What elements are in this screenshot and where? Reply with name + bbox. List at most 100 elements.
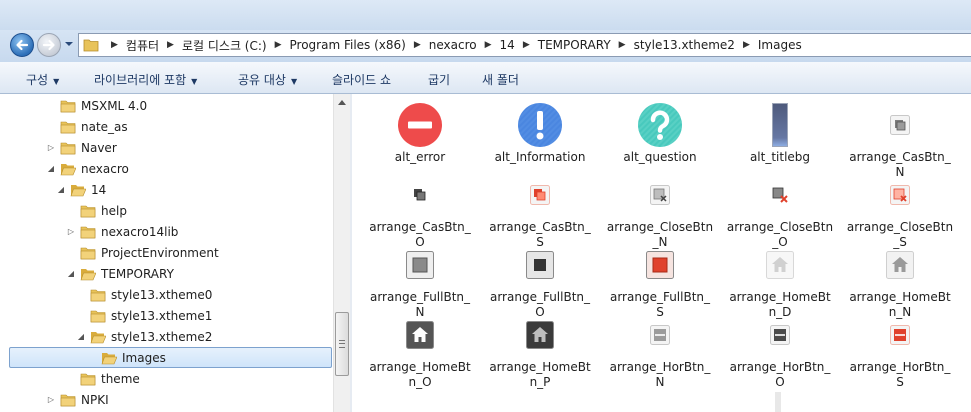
breadcrumb-separator-icon[interactable]: ▶ <box>414 40 421 50</box>
expanded-arrow-icon[interactable]: ◢ <box>56 185 66 194</box>
folder-icon <box>60 141 76 155</box>
file-name-line: arrange_HomeBt <box>369 360 471 374</box>
breadcrumb-item[interactable]: style13.xtheme2 <box>634 38 735 52</box>
file-name-line: arrange_FullBtn_ <box>489 290 591 304</box>
toolbar-button-label: 구성 <box>26 73 49 87</box>
tree-item-nexacro[interactable]: ◢ nexacro <box>46 158 129 179</box>
breadcrumb-separator-icon[interactable]: ▶ <box>619 40 626 50</box>
file-item[interactable]: arrange_CasBtn_ O <box>360 170 480 250</box>
file-item[interactable]: arrange_FullBtn_ N <box>360 240 480 320</box>
cascade-o-icon <box>360 170 480 220</box>
horizontal-s-icon <box>840 310 960 360</box>
tree-item-nate-as[interactable]: nate_as <box>46 116 128 137</box>
scrollbar-thumb[interactable] <box>335 312 349 376</box>
file-item[interactable]: alt_Information <box>480 100 600 165</box>
file-name-line: alt_Information <box>494 150 586 164</box>
back-button[interactable] <box>10 33 34 57</box>
file-name-label: alt_question <box>600 150 720 165</box>
folder-icon <box>80 204 96 218</box>
file-item[interactable]: arrange_HorBtn_ N <box>600 310 720 390</box>
toolbar-slide-show-button[interactable]: 슬라이드 쇼 <box>332 71 391 88</box>
toolbar-new-folder-button[interactable]: 새 폴더 <box>482 71 519 88</box>
file-item[interactable]: arrange_HomeBt n_P <box>480 310 600 390</box>
file-name-line: alt_titlebg <box>749 150 811 164</box>
content-scrollbar[interactable] <box>775 392 781 412</box>
toolbar-include-in-library-button[interactable]: 라이브러리에 포함 ▼ <box>94 71 197 88</box>
tree-item-14[interactable]: ◢ 14 <box>56 179 106 200</box>
breadcrumb-item[interactable]: Images <box>758 38 802 52</box>
breadcrumb-separator-icon[interactable]: ▶ <box>167 40 174 50</box>
file-name-line: arrange_HorBtn_ <box>729 360 831 374</box>
tree-item-temporary[interactable]: ◢ TEMPORARY <box>66 263 174 284</box>
file-name-line: arrange_CasBtn_ <box>849 150 951 164</box>
collapsed-arrow-icon[interactable]: ▷ <box>66 227 76 236</box>
file-item[interactable]: arrange_HorBtn_ S <box>840 310 960 390</box>
tree-item-projectenvironment[interactable]: ProjectEnvironment <box>66 242 219 263</box>
recent-pages-chevron-down-icon[interactable] <box>64 40 74 48</box>
breadcrumb-item[interactable]: 컴퓨터 <box>126 37 159 54</box>
breadcrumb-item[interactable]: Program Files (x86) <box>290 38 406 52</box>
tree-item-style13-xtheme0[interactable]: style13.xtheme0 <box>76 284 212 305</box>
file-item[interactable]: arrange_CloseBtn _N <box>600 170 720 250</box>
file-item[interactable]: arrange_CasBtn_ S <box>480 170 600 250</box>
tree-item-msxml-4-0[interactable]: MSXML 4.0 <box>46 95 147 116</box>
file-name-label: arrange_HorBtn_ N <box>600 360 720 390</box>
arrow-left-icon <box>16 39 29 51</box>
expanded-arrow-icon[interactable]: ◢ <box>66 269 76 278</box>
file-item[interactable]: arrange_CasBtn_ N <box>840 100 960 180</box>
collapsed-arrow-icon[interactable]: ▷ <box>46 143 56 152</box>
tree-item-style13-xtheme1[interactable]: style13.xtheme1 <box>76 305 212 326</box>
file-item[interactable]: alt_titlebg <box>720 100 840 165</box>
file-item[interactable]: arrange_HomeBt n_O <box>360 310 480 390</box>
tree-item-label: MSXML 4.0 <box>81 98 148 113</box>
breadcrumb-separator-icon[interactable]: ▶ <box>111 40 118 50</box>
alt-question-icon <box>600 100 720 150</box>
file-item[interactable]: arrange_CloseBtn _S <box>840 170 960 250</box>
file-item[interactable]: arrange_HorBtn_ O <box>720 310 840 390</box>
breadcrumb-item[interactable]: TEMPORARY <box>538 38 611 52</box>
toolbar-button-label: 굽기 <box>428 73 451 87</box>
file-item[interactable]: arrange_FullBtn_ O <box>480 240 600 320</box>
tree-item-help[interactable]: help <box>66 200 127 221</box>
file-item[interactable]: arrange_FullBtn_ S <box>600 240 720 320</box>
breadcrumb-item[interactable]: nexacro <box>429 38 477 52</box>
folder-icon <box>80 225 96 239</box>
breadcrumb-separator-icon[interactable]: ▶ <box>275 40 282 50</box>
close-n-icon <box>600 170 720 220</box>
chevron-down-icon: ▼ <box>290 77 298 86</box>
file-name-line: arrange_CloseBtn <box>726 220 834 234</box>
tree-item-label: ProjectEnvironment <box>101 245 219 260</box>
breadcrumb-item[interactable]: 로컬 디스크 (C:) <box>182 37 267 54</box>
file-list: alt_error alt_Information alt_question alt_… <box>352 94 971 412</box>
tree-item-npki[interactable]: ▷ NPKI <box>46 389 109 410</box>
arrow-right-icon <box>42 39 55 51</box>
breadcrumb-item[interactable]: 14 <box>500 38 515 52</box>
forward-button[interactable] <box>37 33 61 57</box>
tree-item-images[interactable]: Images <box>9 347 332 368</box>
expanded-arrow-icon[interactable]: ◢ <box>76 332 86 341</box>
collapsed-arrow-icon[interactable]: ▷ <box>46 395 56 404</box>
expanded-arrow-icon[interactable]: ◢ <box>46 164 56 173</box>
toolbar-burn-button[interactable]: 굽기 <box>428 71 450 88</box>
file-item[interactable]: arrange_CloseBtn _O <box>720 170 840 250</box>
folder-icon <box>80 372 96 386</box>
file-item[interactable]: arrange_HomeBt n_D <box>720 240 840 320</box>
file-name-line: arrange_FullBtn_ <box>369 290 471 304</box>
toolbar-organize-button[interactable]: 구성 ▼ <box>26 71 59 88</box>
breadcrumb-separator-icon[interactable]: ▶ <box>743 40 750 50</box>
full-s-icon <box>600 240 720 290</box>
scroll-up-icon[interactable] <box>338 99 346 105</box>
tree-item-style13-xtheme2[interactable]: ◢ style13.xtheme2 <box>76 326 212 347</box>
toolbar-share-with-button[interactable]: 공유 대상 ▼ <box>238 71 297 88</box>
tree-item-naver[interactable]: ▷ Naver <box>46 137 117 158</box>
address-bar[interactable]: ▶ 컴퓨터 ▶ 로컬 디스크 (C:) ▶ Program Files (x86) ▶ ne… <box>78 33 971 57</box>
file-item[interactable]: alt_error <box>360 100 480 165</box>
navigation-pane-scrollbar[interactable] <box>333 94 350 412</box>
tree-item-nexacro14lib[interactable]: ▷ nexacro14lib <box>66 221 178 242</box>
breadcrumb-separator-icon[interactable]: ▶ <box>485 40 492 50</box>
file-name-label: alt_error <box>360 150 480 165</box>
file-item[interactable]: alt_question <box>600 100 720 165</box>
file-item[interactable]: arrange_HomeBt n_N <box>840 240 960 320</box>
tree-item-theme[interactable]: theme <box>66 368 140 389</box>
breadcrumb-separator-icon[interactable]: ▶ <box>523 40 530 50</box>
